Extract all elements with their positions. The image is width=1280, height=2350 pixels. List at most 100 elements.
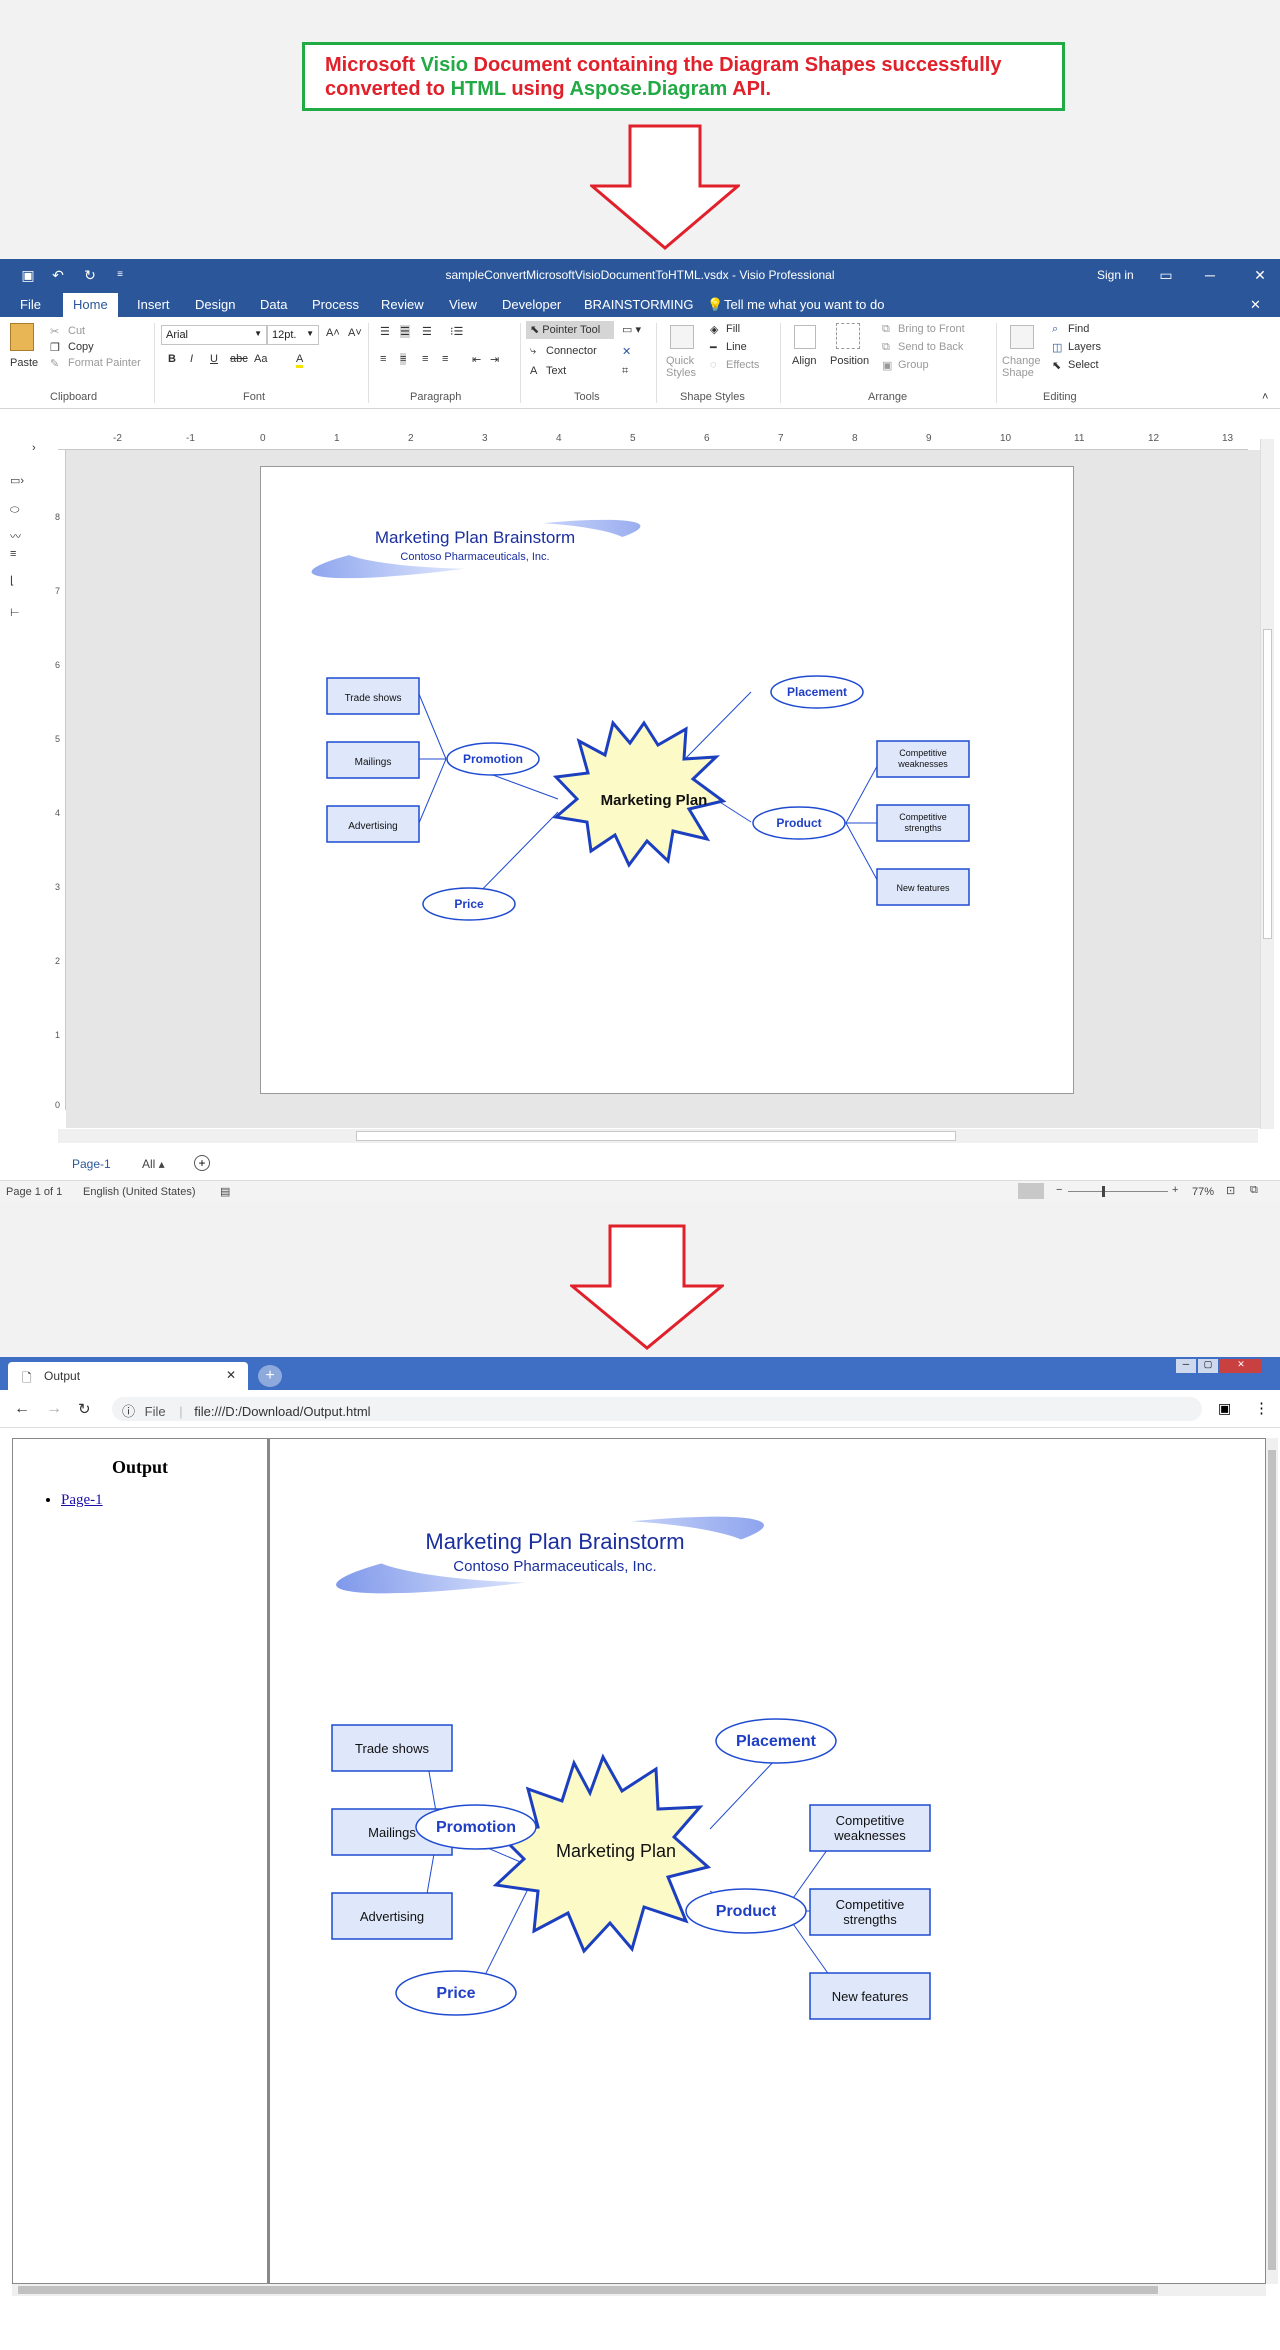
- font-name-select[interactable]: Arial ▼: [161, 325, 267, 345]
- ellipse-icon[interactable]: ⬭: [10, 504, 19, 517]
- underline-icon[interactable]: U: [210, 353, 218, 365]
- scroll-thumb[interactable]: [356, 1131, 956, 1141]
- align-center-icon[interactable]: ≡: [400, 353, 407, 365]
- address-bar[interactable]: ⓘ File | file:///D:/Download/Output.html: [112, 1397, 1202, 1421]
- tab-review[interactable]: Review: [381, 297, 424, 312]
- page-1-link[interactable]: Page-1: [61, 1492, 103, 1508]
- scroll-thumb[interactable]: [1268, 1450, 1276, 2270]
- tab-file[interactable]: File: [20, 297, 41, 312]
- quick-styles-button[interactable]: Quick Styles: [666, 355, 706, 379]
- crop-icon[interactable]: ⌗: [622, 365, 628, 378]
- info-icon[interactable]: ⓘ: [122, 1404, 135, 1419]
- ribbon-options-icon[interactable]: ▭: [1156, 265, 1176, 285]
- align-left-icon[interactable]: ≡: [380, 353, 386, 365]
- zoom-in-icon[interactable]: +: [1172, 1184, 1178, 1196]
- add-page-icon[interactable]: +: [194, 1155, 210, 1171]
- collapse-ribbon-icon[interactable]: ˄: [1262, 391, 1268, 403]
- drawing-page[interactable]: Marketing Plan Brainstorm Contoso Pharma…: [260, 466, 1074, 1094]
- wave-icon[interactable]: 〰: [10, 528, 21, 544]
- browser-tab[interactable]: 🗋 Output ✕: [8, 1362, 248, 1390]
- pointer-tool-button[interactable]: ⬉ Pointer Tool: [526, 321, 614, 339]
- fill-button[interactable]: Fill: [726, 323, 740, 335]
- text-button[interactable]: Text: [546, 365, 566, 377]
- menu-icon[interactable]: ⋮: [1254, 1399, 1269, 1417]
- bring-to-front-button[interactable]: Bring to Front: [898, 323, 965, 335]
- format-painter-button[interactable]: Format Painter: [68, 357, 141, 369]
- change-shape-button[interactable]: Change Shape: [1002, 355, 1046, 379]
- font-size-select[interactable]: 12pt. ▼: [267, 325, 319, 345]
- zoom-slider-thumb[interactable]: [1102, 1186, 1105, 1197]
- line-button[interactable]: Line: [726, 341, 747, 353]
- switch-windows-icon[interactable]: ⧉: [1250, 1184, 1258, 1197]
- paste-button[interactable]: Paste: [10, 357, 38, 369]
- layers-button[interactable]: Layers: [1068, 341, 1101, 353]
- zoom-out-icon[interactable]: −: [1056, 1184, 1062, 1196]
- align-button[interactable]: Align: [792, 355, 816, 367]
- close-icon[interactable]: ✕: [1220, 1359, 1262, 1373]
- drawing-canvas[interactable]: Marketing Plan Brainstorm Contoso Pharma…: [66, 450, 1260, 1128]
- grow-font-icon[interactable]: A˄: [326, 327, 340, 339]
- justify-icon[interactable]: ≡: [442, 353, 448, 365]
- corner-icon[interactable]: ⌊: [10, 574, 14, 587]
- position-button[interactable]: Position: [830, 355, 869, 367]
- horizontal-scrollbar[interactable]: [12, 2284, 1266, 2296]
- close-doc-icon[interactable]: ✕: [1250, 297, 1261, 313]
- new-tab-icon[interactable]: +: [258, 1365, 282, 1387]
- sign-in-link[interactable]: Sign in: [1097, 268, 1134, 282]
- fit-page-icon[interactable]: ⊡: [1226, 1184, 1235, 1197]
- rectangle-icon[interactable]: ▭ ▾: [622, 323, 641, 336]
- presentation-mode-icon[interactable]: [1018, 1183, 1044, 1199]
- select-button[interactable]: Select: [1068, 359, 1099, 371]
- tell-me-search[interactable]: Tell me what you want to do: [724, 297, 884, 312]
- profile-icon[interactable]: ▣: [1218, 1400, 1231, 1417]
- italic-icon[interactable]: I: [190, 353, 193, 365]
- vertical-scrollbar[interactable]: [1260, 439, 1274, 1129]
- vertical-scrollbar[interactable]: [1266, 1438, 1278, 2284]
- align-middle-icon[interactable]: ☰: [400, 325, 410, 338]
- send-to-back-button[interactable]: Send to Back: [898, 341, 963, 353]
- lines-icon[interactable]: ≡: [10, 548, 16, 560]
- close-x-icon[interactable]: ✕: [622, 345, 631, 358]
- title-banner[interactable]: Marketing Plan Brainstorm Contoso Pharma…: [309, 508, 643, 590]
- forward-icon[interactable]: →: [46, 1400, 62, 1418]
- bracket-icon[interactable]: ⊢: [10, 606, 20, 619]
- scroll-thumb[interactable]: [1263, 629, 1272, 939]
- expand-shapes-icon[interactable]: ›: [32, 442, 36, 454]
- case-icon[interactable]: Aa: [254, 353, 267, 365]
- horizontal-scrollbar[interactable]: [58, 1129, 1258, 1143]
- tab-brainstorming[interactable]: BRAINSTORMING: [584, 297, 694, 312]
- effects-button[interactable]: Effects: [726, 359, 759, 371]
- align-right-icon[interactable]: ≡: [422, 353, 428, 365]
- strikethrough-icon[interactable]: abc: [230, 353, 248, 365]
- tab-insert[interactable]: Insert: [137, 297, 170, 312]
- align-bottom-icon[interactable]: ☰: [422, 325, 432, 338]
- bullets-icon[interactable]: ⁝☰: [450, 325, 463, 338]
- group-button[interactable]: Group: [898, 359, 929, 371]
- connector-button[interactable]: Connector: [546, 345, 597, 357]
- shrink-font-icon[interactable]: A˅: [348, 327, 362, 339]
- macro-icon[interactable]: ▤: [220, 1185, 230, 1198]
- tab-developer[interactable]: Developer: [502, 297, 561, 312]
- close-tab-icon[interactable]: ✕: [226, 1368, 236, 1382]
- bold-icon[interactable]: B: [168, 353, 176, 365]
- increase-indent-icon[interactable]: ⇥: [490, 353, 499, 366]
- tab-data[interactable]: Data: [260, 297, 287, 312]
- font-color-icon[interactable]: A: [296, 353, 304, 368]
- tab-design[interactable]: Design: [195, 297, 235, 312]
- shapes-icon[interactable]: ▭›: [10, 474, 24, 487]
- tab-process[interactable]: Process: [312, 297, 359, 312]
- tab-home[interactable]: Home: [63, 293, 118, 317]
- align-top-icon[interactable]: ☰: [380, 325, 390, 338]
- find-button[interactable]: Find: [1068, 323, 1089, 335]
- scroll-thumb[interactable]: [18, 2286, 1158, 2294]
- page-tab-page-1[interactable]: Page-1: [72, 1157, 111, 1171]
- tab-view[interactable]: View: [449, 297, 477, 312]
- maximize-icon[interactable]: ▢: [1198, 1359, 1218, 1373]
- back-icon[interactable]: ←: [14, 1400, 30, 1418]
- reload-icon[interactable]: ↻: [78, 1400, 91, 1418]
- zoom-level[interactable]: 77%: [1192, 1186, 1214, 1198]
- close-icon[interactable]: ✕: [1250, 265, 1270, 285]
- zoom-slider[interactable]: [1068, 1191, 1168, 1192]
- minimize-icon[interactable]: ─: [1176, 1359, 1196, 1373]
- all-pages-tab[interactable]: All ▴: [142, 1157, 165, 1171]
